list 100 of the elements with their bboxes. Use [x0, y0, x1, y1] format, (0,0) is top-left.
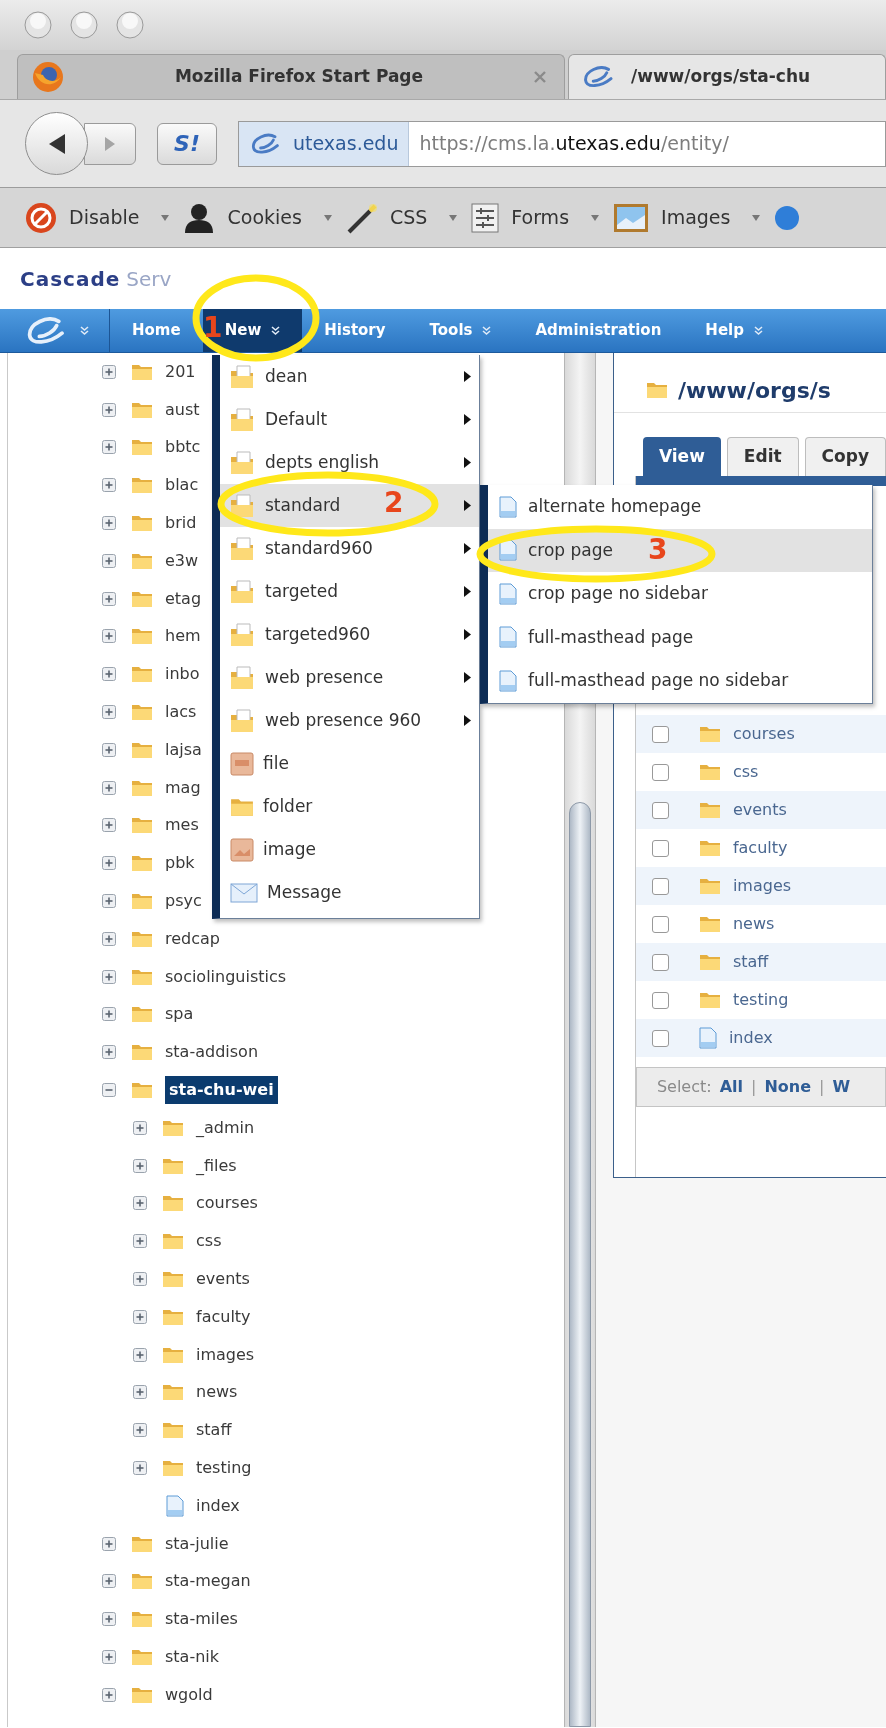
tree-item[interactable]: psyc	[165, 889, 202, 914]
expand-icon[interactable]	[133, 1158, 147, 1173]
expand-icon[interactable]	[102, 629, 116, 644]
expand-icon[interactable]	[102, 440, 116, 455]
select-link[interactable]: W	[832, 1075, 851, 1099]
tree-item[interactable]: testing	[196, 1456, 252, 1480]
panel-tab[interactable]: View	[642, 437, 721, 476]
tree-item[interactable]: sta-addison	[165, 1040, 258, 1065]
collapse-icon[interactable]	[102, 1083, 116, 1098]
expand-icon[interactable]	[133, 1385, 147, 1400]
menu-item[interactable]: file	[220, 742, 479, 785]
tree-item[interactable]: mag	[165, 775, 201, 800]
expand-icon[interactable]	[102, 705, 116, 720]
checkbox[interactable]	[651, 839, 669, 857]
nav-menu-item[interactable]: Home	[110, 309, 203, 352]
nav-menu-item[interactable]: Administration	[513, 309, 684, 352]
toolbar-button[interactable]: Disable	[25, 195, 170, 240]
menu-item[interactable]: image	[220, 828, 479, 871]
checkbox[interactable]	[651, 763, 669, 781]
menu-item[interactable]: Message	[220, 871, 479, 914]
expand-icon[interactable]	[102, 818, 116, 833]
tree-item[interactable]: hem	[165, 624, 201, 649]
nav-menu-item[interactable]: Help	[683, 309, 785, 352]
tree-item[interactable]: etag	[165, 586, 202, 611]
file-name[interactable]: events	[732, 798, 787, 822]
expand-icon[interactable]	[102, 1612, 116, 1627]
menu-item[interactable]: web presence 960	[220, 699, 479, 742]
tree-item[interactable]: sta-chu-wei	[165, 1076, 278, 1105]
expand-icon[interactable]	[133, 1423, 147, 1438]
scroll-thumb[interactable]	[569, 802, 591, 1727]
expand-icon[interactable]	[102, 364, 116, 379]
expand-icon[interactable]	[102, 931, 116, 946]
expand-icon[interactable]	[102, 1536, 116, 1551]
checkbox[interactable]	[651, 1029, 669, 1047]
tree-item[interactable]: sta-miles	[165, 1607, 238, 1632]
toolbar-button[interactable]: Cookies	[183, 195, 332, 240]
expand-icon[interactable]	[102, 591, 116, 606]
tree-item[interactable]: brid	[165, 511, 197, 536]
menu-item[interactable]: full-masthead page no sidebar	[488, 659, 872, 703]
address-field[interactable]: utexas.edu https://cms.la.utexas.edu/entity/	[238, 120, 886, 167]
toolbar-button[interactable]: Images	[613, 195, 761, 240]
expand-icon[interactable]	[102, 1574, 116, 1589]
menu-item[interactable]: dean	[220, 355, 479, 398]
menu-item[interactable]: folder	[220, 785, 479, 828]
expand-icon[interactable]	[102, 780, 116, 795]
expand-icon[interactable]	[102, 1007, 116, 1022]
browser-tab[interactable]: Mozilla Firefox Start Page	[17, 54, 565, 99]
file-name[interactable]: css	[732, 760, 759, 784]
expand-icon[interactable]	[102, 553, 116, 568]
menu-item[interactable]: crop page no sidebar	[488, 572, 872, 616]
tree-item[interactable]: pbk	[165, 851, 195, 876]
menu-item[interactable]: Default	[220, 398, 479, 441]
tree-item[interactable]: lajsa	[165, 737, 202, 762]
tree-item[interactable]: css	[196, 1229, 222, 1254]
tree-item[interactable]: staff	[196, 1418, 232, 1443]
tree-item[interactable]: courses	[196, 1191, 258, 1216]
expand-icon[interactable]	[102, 667, 116, 682]
checkbox[interactable]	[651, 915, 669, 933]
file-name[interactable]: courses	[732, 722, 795, 746]
tree-item[interactable]: mes	[165, 813, 199, 838]
toolbar-button[interactable]: Forms	[471, 195, 600, 240]
tree-item[interactable]: _admin	[196, 1115, 255, 1140]
expand-icon[interactable]	[133, 1234, 147, 1249]
select-link[interactable]: All	[719, 1075, 744, 1099]
expand-icon[interactable]	[102, 742, 116, 757]
tree-item[interactable]: events	[196, 1267, 250, 1291]
tree-item[interactable]: blac	[165, 473, 199, 498]
toolbar-button[interactable]: CSS	[345, 195, 458, 240]
tree-item[interactable]: _files	[196, 1153, 237, 1178]
expand-icon[interactable]	[102, 1687, 116, 1702]
tree-item[interactable]: images	[196, 1342, 255, 1367]
nav-menu-item[interactable]: History	[302, 309, 408, 352]
menu-item[interactable]: depts english	[220, 441, 479, 484]
file-name[interactable]: testing	[732, 988, 789, 1012]
file-name[interactable]: index	[728, 1026, 773, 1050]
expand-icon[interactable]	[133, 1196, 147, 1211]
tree-item[interactable]: sta-megan	[165, 1569, 251, 1594]
tree-item[interactable]: sta-nik	[165, 1645, 220, 1669]
expand-icon[interactable]	[102, 516, 116, 531]
file-name[interactable]: staff	[732, 950, 769, 974]
checkbox[interactable]	[651, 991, 669, 1009]
expand-icon[interactable]	[102, 894, 116, 909]
menu-item[interactable]: targeted	[220, 570, 479, 613]
tree-item[interactable]: spa	[165, 1002, 194, 1027]
expand-icon[interactable]	[102, 1045, 116, 1060]
panel-tab[interactable]: Edit	[726, 437, 799, 476]
select-link[interactable]: None	[764, 1075, 812, 1099]
addon-button[interactable]: S!	[157, 122, 217, 165]
expand-icon[interactable]	[102, 856, 116, 871]
tree-item[interactable]: index	[196, 1493, 240, 1518]
expand-icon[interactable]	[133, 1272, 147, 1286]
menu-item[interactable]: alternate homepage	[488, 485, 872, 529]
expand-icon[interactable]	[133, 1347, 147, 1362]
tree-item[interactable]: faculty	[196, 1304, 251, 1329]
expand-icon[interactable]	[102, 478, 116, 493]
expand-icon[interactable]	[102, 402, 116, 417]
file-name[interactable]: news	[732, 912, 775, 936]
checkbox[interactable]	[651, 953, 669, 971]
nav-menu-item[interactable]: Tools	[407, 309, 514, 352]
site-identity-button[interactable]: utexas.edu	[239, 121, 410, 166]
